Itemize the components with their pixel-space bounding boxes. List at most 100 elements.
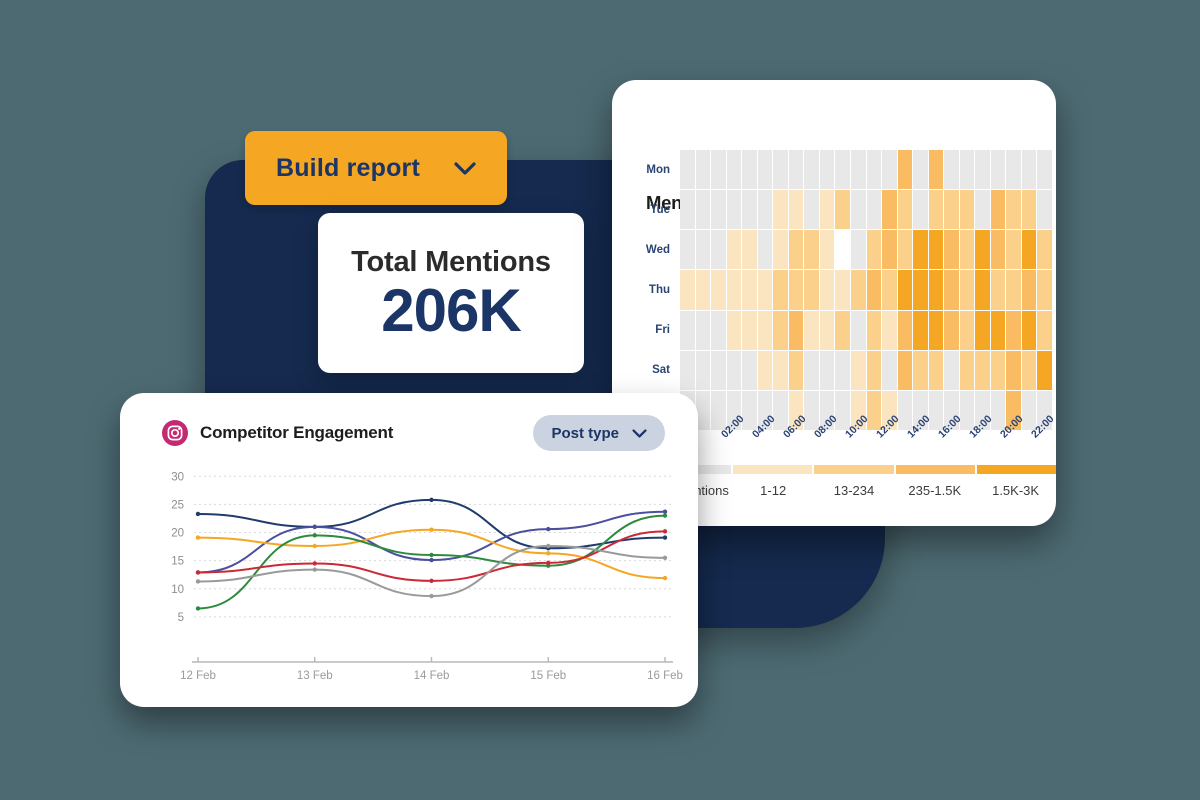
heatmap-cell[interactable]	[913, 310, 928, 350]
heatmap-cell[interactable]	[944, 270, 959, 310]
heatmap-cell[interactable]	[944, 230, 959, 270]
heatmap-cell[interactable]	[990, 230, 1006, 270]
heatmap-cell[interactable]	[835, 350, 850, 390]
heatmap-cell[interactable]	[928, 150, 944, 190]
heatmap-cell[interactable]	[913, 150, 928, 190]
data-point[interactable]	[195, 535, 201, 540]
heatmap-cell[interactable]	[757, 310, 773, 350]
heatmap-cell[interactable]	[835, 270, 850, 310]
heatmap-cell[interactable]	[695, 230, 711, 270]
heatmap-cell[interactable]	[804, 230, 819, 270]
heatmap-cell[interactable]	[726, 310, 742, 350]
data-point[interactable]	[429, 593, 434, 599]
data-point[interactable]	[662, 513, 668, 518]
heatmap-cell[interactable]	[819, 270, 835, 310]
heatmap-cell[interactable]	[882, 190, 897, 230]
data-point[interactable]	[312, 533, 317, 538]
heatmap-cell[interactable]	[804, 150, 819, 190]
data-point[interactable]	[429, 497, 434, 503]
build-report-button[interactable]: Build report	[245, 131, 507, 205]
heatmap-cell[interactable]	[990, 190, 1006, 230]
data-point[interactable]	[195, 579, 201, 584]
heatmap-cell[interactable]	[990, 310, 1006, 350]
heatmap-cell[interactable]	[819, 350, 835, 390]
heatmap-cell[interactable]	[711, 310, 726, 350]
heatmap-cell[interactable]	[773, 190, 788, 230]
heatmap-cell[interactable]	[882, 230, 897, 270]
data-point[interactable]	[312, 567, 317, 572]
heatmap-cell[interactable]	[1021, 230, 1037, 270]
data-point[interactable]	[546, 551, 551, 556]
heatmap-cell[interactable]	[757, 190, 773, 230]
heatmap-cell[interactable]	[804, 350, 819, 390]
heatmap-cell[interactable]	[850, 190, 866, 230]
data-point[interactable]	[312, 561, 317, 566]
heatmap-cell[interactable]	[866, 270, 882, 310]
heatmap-cell[interactable]	[959, 230, 975, 270]
heatmap-cell[interactable]	[726, 190, 742, 230]
heatmap-cell[interactable]	[1037, 190, 1052, 230]
heatmap-cell[interactable]	[1021, 150, 1037, 190]
heatmap-cell[interactable]	[742, 390, 757, 430]
heatmap-cell[interactable]	[975, 270, 990, 310]
heatmap-cell[interactable]	[742, 310, 757, 350]
heatmap-cell[interactable]	[804, 390, 819, 430]
data-point[interactable]	[546, 526, 551, 532]
heatmap-cell[interactable]	[1006, 310, 1021, 350]
data-point[interactable]	[195, 570, 201, 575]
heatmap-cell[interactable]	[742, 150, 757, 190]
heatmap-cell[interactable]	[897, 230, 913, 270]
heatmap-cell[interactable]	[975, 350, 990, 390]
data-point[interactable]	[195, 511, 201, 517]
heatmap-cell[interactable]	[788, 350, 804, 390]
heatmap-cell[interactable]	[1006, 230, 1021, 270]
heatmap-cell[interactable]	[866, 350, 882, 390]
data-point[interactable]	[546, 543, 551, 549]
heatmap-cell[interactable]	[866, 390, 882, 430]
heatmap-cell[interactable]	[990, 150, 1006, 190]
heatmap-cell[interactable]	[819, 190, 835, 230]
heatmap-cell[interactable]	[819, 150, 835, 190]
heatmap-cell[interactable]	[866, 150, 882, 190]
data-point[interactable]	[195, 606, 201, 611]
data-point[interactable]	[429, 527, 434, 532]
heatmap-cell[interactable]	[959, 310, 975, 350]
heatmap-cell[interactable]	[742, 270, 757, 310]
heatmap-cell[interactable]	[882, 150, 897, 190]
heatmap-cell[interactable]	[850, 150, 866, 190]
data-point[interactable]	[429, 557, 434, 563]
heatmap-cell[interactable]	[711, 150, 726, 190]
heatmap-cell[interactable]	[1006, 150, 1021, 190]
heatmap-cell[interactable]	[866, 310, 882, 350]
heatmap-cell[interactable]	[850, 230, 866, 270]
heatmap-cell[interactable]	[742, 190, 757, 230]
heatmap-cell[interactable]	[726, 230, 742, 270]
data-point[interactable]	[662, 575, 668, 581]
heatmap-cell[interactable]	[835, 390, 850, 430]
heatmap-cell[interactable]	[742, 230, 757, 270]
data-point[interactable]	[662, 535, 668, 540]
heatmap-cell[interactable]	[695, 310, 711, 350]
heatmap-cell[interactable]	[975, 150, 990, 190]
heatmap-cell[interactable]	[928, 350, 944, 390]
data-point[interactable]	[429, 578, 434, 584]
heatmap-cell[interactable]	[897, 310, 913, 350]
heatmap-cell[interactable]	[711, 230, 726, 270]
heatmap-cell[interactable]	[975, 230, 990, 270]
post-type-filter-button[interactable]: Post type	[533, 415, 665, 451]
heatmap-cell[interactable]	[835, 230, 850, 270]
heatmap-cell[interactable]	[819, 310, 835, 350]
heatmap-cell[interactable]	[897, 350, 913, 390]
heatmap-cell[interactable]	[773, 390, 788, 430]
heatmap-cell[interactable]	[897, 190, 913, 230]
heatmap-cell[interactable]	[928, 190, 944, 230]
data-point[interactable]	[662, 555, 668, 561]
heatmap-cell[interactable]	[695, 270, 711, 310]
heatmap-cell[interactable]	[1006, 270, 1021, 310]
heatmap-cell[interactable]	[695, 350, 711, 390]
heatmap-cell[interactable]	[726, 150, 742, 190]
heatmap-cell[interactable]	[757, 270, 773, 310]
heatmap-cell[interactable]	[882, 350, 897, 390]
heatmap-cell[interactable]	[913, 350, 928, 390]
heatmap-cell[interactable]	[944, 350, 959, 390]
